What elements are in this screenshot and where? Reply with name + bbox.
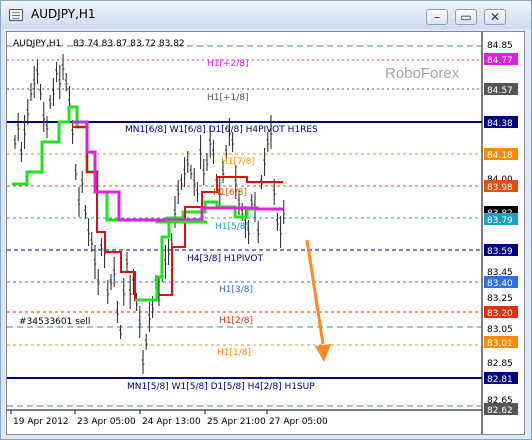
level-label: H1[7/8] (221, 157, 255, 167)
svg-text:83.59: 83.59 (487, 247, 513, 257)
chart-window-icon (9, 9, 23, 21)
svg-text:83.98: 83.98 (487, 183, 513, 193)
level-label: H1[+1/8] (207, 93, 249, 103)
order-label: #34533601 sell (19, 317, 90, 327)
svg-text:82.85: 82.85 (487, 359, 513, 369)
level-label: H1[6/8] (213, 188, 247, 198)
price-label: 84.18 (484, 148, 518, 161)
time-label: 27 Apr 05:00 (269, 417, 328, 427)
svg-text:82.81: 82.81 (487, 375, 513, 385)
chart-window: AUDJPY,H1 – ▭ ✕ AUDJPY,H1 83.74 83.87 83… (0, 0, 532, 440)
ohlc-values: 83.74 83.87 83.72 83.82 (73, 39, 185, 49)
time-label: 19 Apr 2012 (13, 417, 69, 427)
time-label: 24 Apr 13:00 (142, 417, 201, 427)
svg-text:83.05: 83.05 (487, 325, 513, 335)
forecast-arrow (305, 239, 331, 362)
svg-text:83.40: 83.40 (487, 279, 513, 289)
level-labels: H1[+2/8] H1[+1/8] MN1[6/8] W1[6/8] D1[6/8]… (125, 59, 318, 392)
svg-text:84.38: 84.38 (487, 119, 513, 129)
level-label: MN1[5/8] W1[5/8] D1[5/8] H4[2/8] H1SUP (127, 382, 315, 392)
svg-text:84.18: 84.18 (487, 151, 513, 161)
price-axis: 84.8584.7784.5784.3884.1884.0083.9883.82… (484, 41, 518, 416)
time-axis: 19 Apr 2012 23 Apr 05:00 24 Apr 13:00 25 Ap… (10, 410, 328, 427)
time-label: 23 Apr 05:00 (77, 417, 136, 427)
price-label: 83.01 (484, 336, 518, 349)
price-label: 83.40 (484, 276, 518, 289)
price-label: 82.81 (484, 372, 518, 385)
level-label: H1[3/8] (219, 285, 253, 295)
price-label: 83.05 (487, 325, 513, 335)
close-button[interactable]: ✕ (484, 9, 506, 25)
price-label: 83.98 (484, 180, 518, 193)
svg-text:83.25: 83.25 (487, 294, 513, 304)
level-label: H1[2/8] (219, 316, 253, 326)
price-label: 83.59 (484, 244, 518, 257)
svg-text:84.77: 84.77 (487, 56, 513, 66)
price-label: 84.38 (484, 116, 518, 129)
price-label: 83.25 (487, 294, 513, 304)
svg-text:83.79: 83.79 (487, 216, 513, 226)
symbol-info: AUDJPY,H1 (13, 39, 61, 49)
title-bar[interactable]: AUDJPY,H1 – ▭ ✕ (1, 1, 531, 29)
minimize-button[interactable]: – (426, 9, 448, 25)
level-label: H4[3/8] H1PIVOT (187, 254, 264, 264)
window-title: AUDJPY,H1 (31, 7, 96, 21)
chart-canvas[interactable]: AUDJPY,H1 83.74 83.87 83.72 83.82 RoboFo… (7, 32, 524, 434)
price-label: 82.62 (484, 403, 518, 416)
price-label: 84.57 (484, 83, 518, 96)
price-chart[interactable]: AUDJPY,H1 83.74 83.87 83.72 83.82 RoboFo… (6, 31, 525, 435)
level-label: MN1[6/8] W1[6/8] D1[6/8] H4PIVOT H1RES (125, 125, 318, 135)
svg-text:82.62: 82.62 (487, 406, 513, 416)
red-trend-line (72, 126, 283, 301)
watermark: RoboForex (385, 65, 460, 82)
svg-text:83.01: 83.01 (487, 339, 513, 349)
price-label: 84.85 (487, 41, 513, 51)
level-label: H1[5/8] (215, 222, 249, 232)
price-label: 83.20 (484, 306, 518, 319)
price-label: 84.77 (484, 53, 518, 66)
svg-text:84.85: 84.85 (487, 41, 513, 51)
svg-text:84.57: 84.57 (487, 86, 513, 96)
price-label: 82.85 (487, 359, 513, 369)
level-label: H1[+2/8] (207, 59, 249, 69)
time-label: 25 Apr 21:00 (207, 417, 266, 427)
price-label: 83.79 (484, 213, 518, 226)
restore-button[interactable]: ▭ (455, 9, 477, 25)
svg-text:83.20: 83.20 (487, 309, 513, 319)
level-label: H1[1/8] (217, 348, 251, 358)
